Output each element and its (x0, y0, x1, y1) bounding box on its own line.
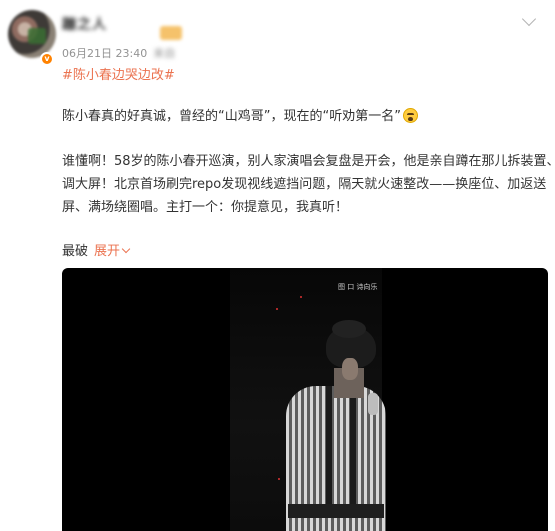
post-paragraph-2-line: 调大屏！北京首场刷完repo发现视线遮挡问题，隔天就火速整改——换座位、加返送 (62, 177, 547, 192)
avatar[interactable] (8, 10, 56, 58)
post-paragraph-2-line: 屏、满场绕圈唱。主打一个：你提意见，我真听！ (62, 200, 349, 215)
post-source: 来自 (153, 47, 176, 60)
video-frame: 图 口 诗向乐 (230, 268, 386, 531)
post-paragraph-1-text: 陈小春真的好真诚，曾经的“山鸡哥”，现在的“听劝第一名” (62, 109, 401, 124)
post-meta: 06月21日 23:40 来自 (62, 45, 175, 61)
expand-button[interactable]: 展开 (94, 244, 131, 259)
topic-hashtag[interactable]: #陈小春边哭边改# (62, 64, 175, 83)
sort-row: 最破 展开 (62, 240, 131, 259)
expand-label: 展开 (94, 244, 121, 259)
chevron-down-icon[interactable] (521, 11, 537, 27)
post-paragraph-1: 陈小春真的好真诚，曾经的“山鸡哥”，现在的“听劝第一名” (62, 105, 418, 124)
chevron-down-icon (121, 244, 131, 254)
microphone-icon (368, 393, 378, 415)
post-paragraph-2-line: 谁懂啊！58岁的陈小春开巡演，别人家演唱会复盘是开会，他是亲自蹲在那儿拆装置、 (62, 154, 555, 169)
performer-ear (342, 358, 358, 380)
stage-light-dot (276, 308, 278, 310)
verified-badge-icon: v (40, 52, 54, 66)
stage-light-dot (278, 478, 280, 480)
video-player[interactable]: 图 口 诗向乐 (62, 268, 548, 531)
author-name[interactable]: 蹦之人 (62, 14, 107, 34)
suspender-strap (326, 386, 332, 506)
crying-face-emoji-icon (402, 108, 418, 123)
member-badge-icon (160, 26, 182, 40)
suspender-strap (350, 386, 356, 506)
stage-light-dot (300, 296, 302, 298)
video-watermark: 图 口 诗向乐 (338, 283, 378, 291)
post-paragraph-2: 谁懂啊！58岁的陈小春开巡演，别人家演唱会复盘是开会，他是亲自蹲在那儿拆装置、 … (62, 150, 555, 219)
post-timestamp[interactable]: 06月21日 23:40 (62, 47, 147, 60)
weibo-post: v 蹦之人 06月21日 23:40 来自 #陈小春边哭边改# 陈小春真的好真诚，… (0, 0, 555, 531)
sort-label: 最破 (62, 244, 89, 259)
performer-belt (288, 504, 384, 518)
